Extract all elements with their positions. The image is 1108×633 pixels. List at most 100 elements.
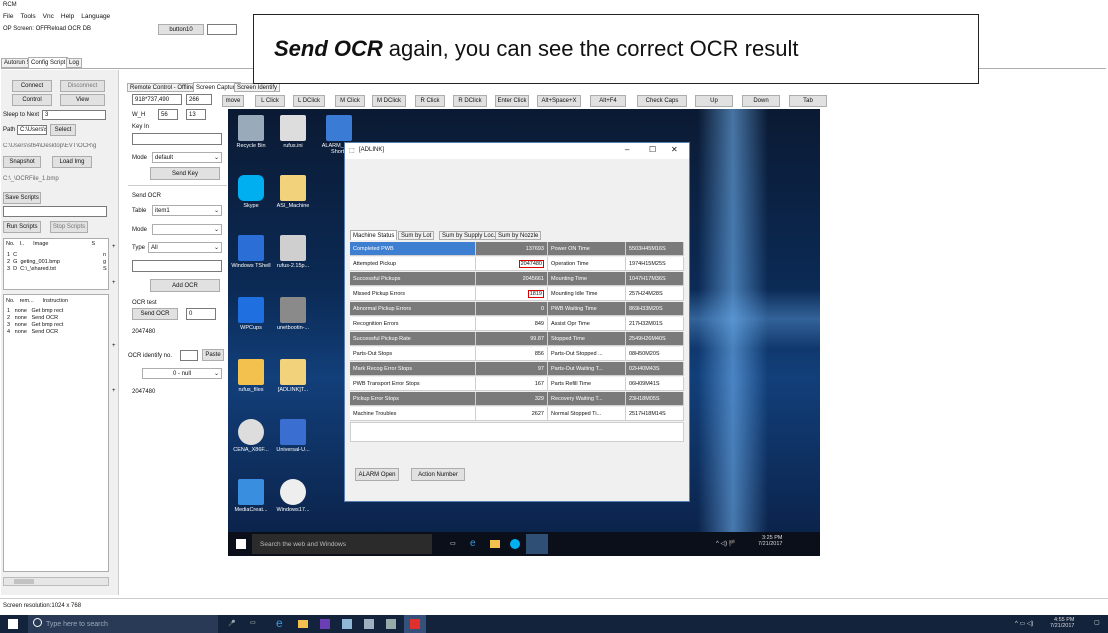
add-ocr-button[interactable]: Add OCR — [150, 279, 220, 292]
app-icon[interactable] — [342, 619, 352, 629]
tab-screen-identify[interactable]: Screen Identify — [234, 83, 281, 92]
table-row[interactable]: Machine Troubles 2627 Normal Stopped Ti...… — [350, 407, 684, 421]
paste-button[interactable]: Paste — [202, 349, 224, 361]
close-icon[interactable]: ✕ — [671, 145, 678, 154]
arrow-right-icon[interactable]: + — [112, 343, 116, 349]
arrow-right-icon[interactable]: + — [112, 244, 116, 250]
script-name-input[interactable] — [3, 206, 107, 217]
l-click-button[interactable]: L Click — [255, 95, 285, 107]
scroll-thumb[interactable] — [14, 579, 34, 584]
menu-vnc[interactable]: Vnc — [43, 13, 54, 20]
remote-desktop[interactable]: Recycle Bin rufus.ini ALARM_M... - Short… — [228, 109, 820, 556]
r-click-button[interactable]: R Click — [415, 95, 445, 107]
run-scripts-button[interactable]: Run Scripts — [3, 221, 41, 233]
alarm-open-button[interactable]: ALARM Open — [355, 468, 399, 481]
menu-file[interactable]: File — [3, 13, 13, 20]
op-screen-status[interactable]: OP Screen: OFF — [3, 26, 48, 32]
toolbar-input[interactable] — [207, 24, 237, 35]
table-row[interactable]: Completed PWB 137693 Power ON Time 5503H45M… — [350, 242, 684, 256]
explorer-icon[interactable] — [298, 620, 308, 628]
move-button[interactable]: move — [222, 95, 244, 107]
tab-sum-by-nozzle[interactable]: Sum by Nozzle — [495, 231, 542, 240]
disconnect-button[interactable]: Disconnect — [60, 80, 105, 92]
maximize-icon[interactable]: ☐ — [649, 145, 656, 154]
alt-f4-button[interactable]: Alt+F4 — [590, 95, 626, 107]
desktop-icon[interactable]: Universal-U... — [268, 419, 318, 453]
app-icon[interactable] — [386, 619, 396, 629]
remote-search-box[interactable]: Search the web and Windows — [252, 534, 432, 554]
control-button[interactable]: Control — [12, 94, 52, 106]
task-view-icon[interactable]: ▭ — [450, 540, 456, 547]
table-row[interactable]: Mark Recog Error Stops 97 Parts-Out Waitin… — [350, 362, 684, 376]
desktop-icon[interactable]: Windows17... — [268, 479, 318, 513]
desktop-icon[interactable]: unetbootin-... — [268, 297, 318, 331]
table-select[interactable]: item1 ⌄ — [152, 205, 222, 216]
ocr-identify-input[interactable] — [180, 350, 198, 361]
table-row[interactable]: Missed Pickup Errors 1819 Mounting Idle Ti… — [350, 287, 684, 301]
desktop-icon[interactable]: ASI_Machine — [268, 175, 318, 209]
table-row[interactable]: Abnormal Pickup Errors 0 PWB Waiting Time 8… — [350, 302, 684, 316]
action-number-button[interactable]: Action Number — [411, 468, 465, 481]
desktop-icon[interactable]: rufus.ini — [268, 115, 318, 149]
minimize-icon[interactable]: – — [625, 145, 629, 154]
load-img-button[interactable]: Load Img — [52, 156, 92, 168]
table-row[interactable]: PWB Transport Error Stops 167 Parts Refill… — [350, 377, 684, 391]
stop-scripts-button[interactable]: Stop Scripts — [50, 221, 88, 233]
m-click-button[interactable]: M Click — [335, 95, 365, 107]
select-button[interactable]: Select — [50, 124, 76, 136]
desktop-icon[interactable]: rufus-2.15p... — [268, 235, 318, 269]
m-dclick-button[interactable]: M DClick — [372, 95, 406, 107]
send-ocr-button[interactable]: Send OCR — [132, 308, 178, 320]
view-button[interactable]: View — [60, 94, 105, 106]
r-dclick-button[interactable]: R DClick — [453, 95, 487, 107]
tab-sum-by-lot[interactable]: Sum by Lot — [398, 231, 435, 240]
app-icon[interactable] — [364, 619, 374, 629]
active-app-icon[interactable] — [526, 534, 548, 554]
type-select[interactable]: All ⌄ — [148, 242, 222, 253]
active-app[interactable] — [404, 615, 426, 633]
check-caps-button[interactable]: Check Caps — [637, 95, 687, 107]
windows-start-icon[interactable] — [8, 619, 18, 629]
table-row[interactable]: Parts-Out Stops 856 Parts-Out Stopped ... 0… — [350, 347, 684, 361]
button10[interactable]: button10 — [158, 24, 204, 35]
coord2-input[interactable]: 266 — [186, 94, 212, 105]
tray-icons[interactable]: ^ ◁) 🏴 — [716, 540, 736, 547]
edge-icon[interactable]: e — [470, 538, 476, 549]
table-row[interactable]: Successful Pickups 2045661 Mounting Time 10… — [350, 272, 684, 286]
microphone-icon[interactable]: 🎤 — [228, 620, 235, 627]
table-row[interactable]: Pickup Error Stops 329 Recovery Waiting T.… — [350, 392, 684, 406]
null-select[interactable]: 0 - null ⌄ — [142, 368, 222, 379]
enter-click-button[interactable]: Enter Click — [495, 95, 529, 107]
path-input[interactable]: C:\Users\st — [17, 125, 47, 135]
arrow-right-icon[interactable]: + — [112, 388, 116, 394]
alt-space-x-button[interactable]: Alt+Space+X — [537, 95, 581, 107]
tray-icons[interactable]: ^ ▭ ◁) — [1015, 620, 1033, 627]
l-dclick-button[interactable]: L DClick — [293, 95, 325, 107]
snapshot-button[interactable]: Snapshot — [3, 156, 41, 168]
send-key-button[interactable]: Send Key — [150, 167, 220, 180]
explorer-icon[interactable] — [490, 540, 500, 548]
desktop-icon[interactable]: [ADLINK]T... — [268, 359, 318, 393]
table-row[interactable]: Attempted Pickup 2047480 Operation Time 197… — [350, 257, 684, 271]
menu-tools[interactable]: Tools — [20, 13, 35, 20]
tab-log[interactable]: Log — [66, 58, 83, 68]
down-button[interactable]: Down — [742, 95, 780, 107]
windows-start-icon[interactable] — [236, 539, 246, 549]
width-input[interactable]: 56 — [158, 109, 178, 120]
key-in-input[interactable] — [132, 133, 222, 145]
connect-button[interactable]: Connect — [12, 80, 52, 92]
arrow-right-icon[interactable]: + — [112, 280, 116, 286]
skype-taskbar-icon[interactable] — [510, 539, 520, 549]
mode2-select[interactable]: ⌄ — [152, 224, 222, 235]
adlink-titlebar[interactable]: ⬚ [ADLINK] – ☐ ✕ — [345, 143, 689, 159]
tab-remote-control[interactable]: Remote Control - Offline — [127, 83, 198, 92]
reload-ocr-db[interactable]: Reload OCR DB — [47, 26, 91, 32]
image-list[interactable]: No. I.. Image S 1 Cn 2 G geting_001.bmp g 3 … — [3, 238, 109, 290]
coords-input[interactable]: 918*737,490 — [132, 94, 182, 105]
menu-help[interactable]: Help — [61, 13, 74, 20]
menu-language[interactable]: Language — [81, 13, 110, 20]
mode-select[interactable]: default ⌄ — [152, 152, 222, 163]
notification-icon[interactable]: ▢ — [1094, 619, 1100, 626]
tab-machine-status[interactable]: Machine Status — [350, 230, 398, 240]
height-input[interactable]: 13 — [186, 109, 206, 120]
